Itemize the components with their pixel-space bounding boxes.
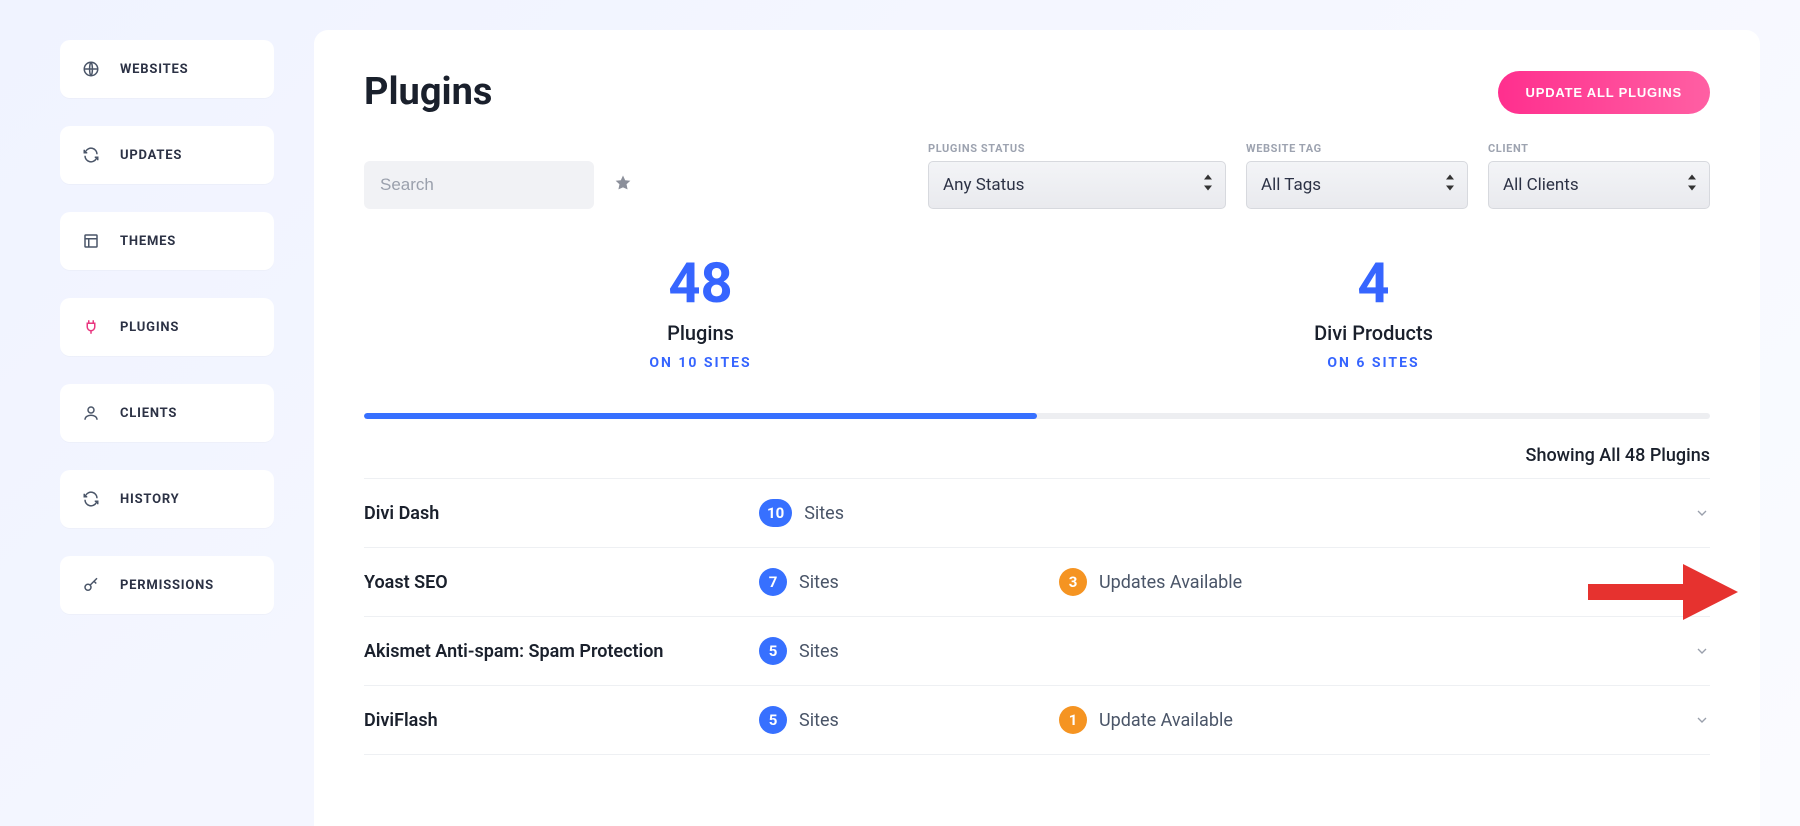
- chevron-down-icon[interactable]: [1694, 505, 1710, 521]
- chevron-down-icon[interactable]: [1694, 712, 1710, 728]
- sidebar: WEBSITES UPDATES THEMES PLUGINS CLIENTS: [60, 30, 274, 826]
- plugins-caption: Plugins: [364, 321, 1037, 345]
- page-title: Plugins: [364, 70, 492, 114]
- tab-indicator: [364, 413, 1037, 419]
- tab-divi-products[interactable]: 4 Divi Products ON 6 SITES: [1037, 255, 1710, 371]
- sidebar-item-label: PERMISSIONS: [120, 578, 214, 593]
- client-select-value: All Clients: [1503, 175, 1579, 195]
- select-caret-icon: [1203, 175, 1213, 196]
- tag-select[interactable]: All Tags: [1246, 161, 1468, 209]
- stats-tabs: 48 Plugins ON 10 SITES 4 Divi Products O…: [364, 255, 1710, 371]
- updates-badge: 1: [1059, 706, 1087, 734]
- search-input[interactable]: [364, 161, 594, 209]
- refresh-icon: [82, 146, 100, 164]
- client-select[interactable]: All Clients: [1488, 161, 1710, 209]
- sidebar-item-label: WEBSITES: [120, 62, 188, 77]
- sidebar-item-label: UPDATES: [120, 148, 182, 163]
- sites-badge: 5: [759, 637, 787, 665]
- plugin-name: Divi Dash: [364, 503, 759, 524]
- updates-badge: 3: [1059, 568, 1087, 596]
- plugin-name: Akismet Anti-spam: Spam Protection: [364, 641, 759, 662]
- sidebar-item-label: PLUGINS: [120, 320, 179, 335]
- plugin-row[interactable]: Akismet Anti-spam: Spam Protection 5 Sit…: [364, 617, 1710, 686]
- sidebar-item-clients[interactable]: CLIENTS: [60, 384, 274, 442]
- status-select-value: Any Status: [943, 175, 1024, 195]
- result-count: Showing All 48 Plugins: [364, 445, 1710, 466]
- sidebar-item-history[interactable]: HISTORY: [60, 470, 274, 528]
- update-all-button[interactable]: UPDATE ALL PLUGINS: [1498, 71, 1710, 114]
- plugin-row[interactable]: Yoast SEO 7 Sites 3 Updates Available: [364, 548, 1710, 617]
- layout-icon: [82, 232, 100, 250]
- updates-label: Update Available: [1099, 710, 1233, 731]
- globe-icon: [82, 60, 100, 78]
- plugins-subcaption: ON 10 SITES: [364, 355, 1037, 371]
- select-caret-icon: [1687, 175, 1697, 196]
- divi-subcaption: ON 6 SITES: [1037, 355, 1710, 371]
- plugin-row[interactable]: Divi Dash 10 Sites: [364, 479, 1710, 548]
- sidebar-item-label: CLIENTS: [120, 406, 177, 421]
- sidebar-item-label: HISTORY: [120, 492, 180, 507]
- sidebar-item-websites[interactable]: WEBSITES: [60, 40, 274, 98]
- sites-label: Sites: [799, 710, 839, 731]
- sites-badge: 5: [759, 706, 787, 734]
- sidebar-item-updates[interactable]: UPDATES: [60, 126, 274, 184]
- tag-filter-label: WEBSITE TAG: [1246, 142, 1468, 155]
- plug-icon: [82, 318, 100, 336]
- plugins-count: 48: [364, 255, 1037, 311]
- client-filter-label: CLIENT: [1488, 142, 1710, 155]
- sidebar-item-permissions[interactable]: PERMISSIONS: [60, 556, 274, 614]
- sidebar-item-plugins[interactable]: PLUGINS: [60, 298, 274, 356]
- status-filter-label: PLUGINS STATUS: [928, 142, 1226, 155]
- tab-plugins[interactable]: 48 Plugins ON 10 SITES: [364, 255, 1037, 371]
- sites-label: Sites: [799, 572, 839, 593]
- tag-select-value: All Tags: [1261, 175, 1321, 195]
- status-select[interactable]: Any Status: [928, 161, 1226, 209]
- filters-row: PLUGINS STATUS Any Status WEBSITE TAG Al…: [364, 142, 1710, 209]
- plugin-list: Divi Dash 10 Sites Yoast SEO 7 Sites 3 U…: [364, 478, 1710, 755]
- chevron-down-icon[interactable]: [1694, 574, 1710, 590]
- plugin-name: Yoast SEO: [364, 572, 759, 593]
- divi-count: 4: [1037, 255, 1710, 311]
- chevron-down-icon[interactable]: [1694, 643, 1710, 659]
- sites-label: Sites: [804, 503, 844, 524]
- plugin-row[interactable]: DiviFlash 5 Sites 1 Update Available: [364, 686, 1710, 755]
- key-icon: [82, 576, 100, 594]
- sites-label: Sites: [799, 641, 839, 662]
- sidebar-item-label: THEMES: [120, 234, 176, 249]
- favorite-star-icon[interactable]: [614, 174, 632, 196]
- updates-label: Updates Available: [1099, 572, 1242, 593]
- divi-caption: Divi Products: [1037, 321, 1710, 345]
- select-caret-icon: [1445, 175, 1455, 196]
- tab-indicator-track: [364, 413, 1710, 419]
- sites-badge: 10: [759, 499, 792, 527]
- sites-badge: 7: [759, 568, 787, 596]
- main-panel: Plugins UPDATE ALL PLUGINS PLUGINS STATU…: [314, 30, 1760, 826]
- refresh-icon: [82, 490, 100, 508]
- sidebar-item-themes[interactable]: THEMES: [60, 212, 274, 270]
- user-icon: [82, 404, 100, 422]
- plugin-name: DiviFlash: [364, 710, 759, 731]
